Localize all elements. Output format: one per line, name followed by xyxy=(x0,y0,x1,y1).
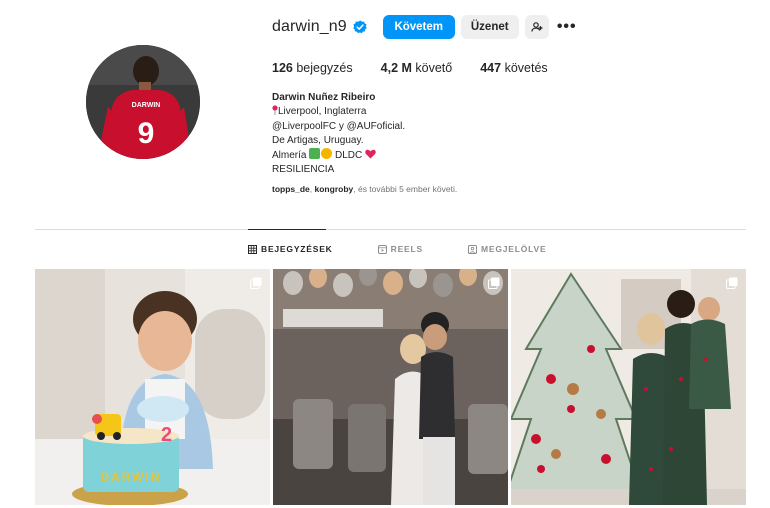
following-count-value: 447 xyxy=(480,61,502,75)
heart-eyes-emoji-icon xyxy=(321,148,333,160)
bio-line-motto: RESILIENCIA xyxy=(272,164,335,176)
tab-tagged-label: MEGJELÖLVE xyxy=(480,244,547,254)
followers-count-value: 4,2 M xyxy=(380,61,412,75)
posts-count-label: bejegyzés xyxy=(296,61,353,75)
tab-posts[interactable]: BEJEGYZÉSEK xyxy=(248,244,333,254)
post-tile[interactable] xyxy=(511,269,746,505)
bio-line-location: Liverpool, Inglaterra xyxy=(278,106,367,118)
profile-header: darwin_n9 Követem Üzenet ••• xyxy=(272,14,579,40)
followed-by-user-2[interactable]: kongroby xyxy=(315,184,354,194)
profile-avatar[interactable]: DARWIN 9 xyxy=(86,45,200,159)
post-tile[interactable]: 2 DARWIN xyxy=(35,269,270,505)
carousel-icon xyxy=(250,277,262,289)
followers-count-label: követő xyxy=(415,61,453,75)
active-tab-indicator xyxy=(248,229,326,230)
following-count[interactable]: 447 követés xyxy=(480,61,547,75)
cake-number-topper: 2 xyxy=(161,424,172,446)
post-image-birthday: 2 DARWIN xyxy=(35,269,270,505)
message-button[interactable]: Üzenet xyxy=(460,15,519,39)
following-count-label: követés xyxy=(504,61,548,75)
add-person-icon xyxy=(531,22,543,32)
posts-grid: 2 DARWIN xyxy=(35,269,746,505)
profile-stats: 126 bejegyzés 4,2 M követő 447 követés xyxy=(272,61,576,75)
profile-tabs: BEJEGYZÉSEK REELS MEGJELÖLVE xyxy=(248,244,591,254)
tab-reels-label: REELS xyxy=(390,244,423,254)
bio-location: Liverpool, Inglaterra xyxy=(272,105,405,119)
more-options-button[interactable]: ••• xyxy=(555,15,579,39)
bio-almeria-text: Almería xyxy=(272,150,307,162)
profile-bio: Darwin Nuñez Ribeiro Liverpool, Inglater… xyxy=(272,91,405,178)
posts-count-value: 126 xyxy=(272,61,293,75)
posts-count: 126 bejegyzés xyxy=(272,61,353,75)
tab-posts-label: BEJEGYZÉSEK xyxy=(261,244,333,254)
post-image-christmas-family xyxy=(511,269,746,505)
followed-by[interactable]: topps_de, kongroby, és további 5 ember k… xyxy=(272,184,457,194)
username: darwin_n9 xyxy=(272,18,347,35)
suggest-users-button[interactable] xyxy=(524,15,549,39)
verified-badge-icon xyxy=(353,20,367,34)
followed-by-rest: , és további 5 ember követi. xyxy=(353,184,458,194)
avatar-jersey-name: DARWIN xyxy=(132,102,161,109)
avatar-image: DARWIN 9 xyxy=(86,45,200,159)
bio-line-clubs: @LiverpoolFC y @AUFoficial. xyxy=(272,120,406,132)
post-image-couple-balloons xyxy=(273,269,508,505)
red-heart-icon xyxy=(365,149,376,159)
tab-reels[interactable]: REELS xyxy=(377,244,423,254)
post-tile[interactable] xyxy=(273,269,508,505)
carousel-icon xyxy=(726,277,738,289)
followers-count[interactable]: 4,2 M követő xyxy=(381,61,453,75)
tabs-divider xyxy=(35,229,746,230)
reels-icon xyxy=(377,244,387,254)
tagged-icon xyxy=(467,244,477,254)
tab-tagged[interactable]: MEGJELÖLVE xyxy=(467,244,547,254)
bio-line-almeria: Almería DLDC xyxy=(272,148,405,163)
bio-dldc-text: DLDC xyxy=(335,150,363,162)
cake-name-text: DARWIN xyxy=(100,470,161,484)
bio-line-origin: De Artigas, Uruguay. xyxy=(272,134,364,146)
avatar-jersey-number: 9 xyxy=(138,117,155,150)
family-emoji-icon xyxy=(309,148,321,160)
grid-icon xyxy=(248,244,257,254)
carousel-icon xyxy=(488,277,500,289)
follow-button[interactable]: Követem xyxy=(382,15,455,39)
full-name: Darwin Nuñez Ribeiro xyxy=(272,92,376,103)
followed-by-user-1[interactable]: topps_de xyxy=(272,184,310,194)
